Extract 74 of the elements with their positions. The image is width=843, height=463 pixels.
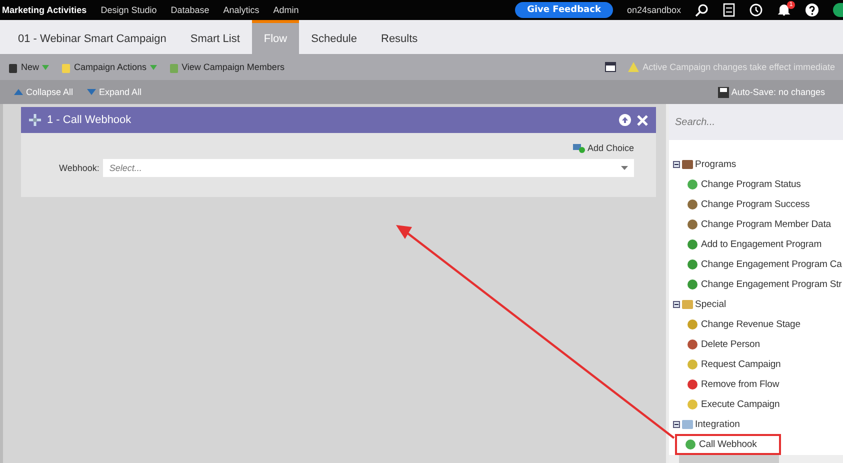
search-icon[interactable]: [695, 3, 709, 17]
webhook-select[interactable]: Select...: [103, 159, 634, 177]
field-label: Webhook:: [59, 163, 100, 173]
action-icon: [687, 358, 698, 370]
window-icon[interactable]: [604, 62, 616, 72]
expander-icon[interactable]: [673, 160, 680, 168]
action-icon: [687, 378, 698, 390]
tree-group[interactable]: Special: [669, 294, 843, 314]
bell-icon[interactable]: [777, 3, 791, 17]
tree-item[interactable]: Request Campaign: [685, 356, 783, 372]
tree-item[interactable]: Change Engagement Program Ca: [685, 256, 843, 272]
caret-icon: [42, 64, 50, 70]
save-icon: [718, 86, 730, 98]
toolbar-button[interactable]: View Campaign Members: [168, 62, 284, 72]
expander-icon[interactable]: [673, 420, 680, 428]
tree-group[interactable]: Programs: [669, 154, 843, 174]
tab[interactable]: Schedule: [299, 20, 369, 54]
folder-icon: [682, 298, 693, 310]
horizontal-scrollbar[interactable]: [669, 455, 843, 463]
checklist-icon[interactable]: [723, 3, 735, 17]
help-icon[interactable]: [805, 3, 819, 17]
tree-item[interactable]: Call Webhook: [677, 436, 779, 452]
action-icon: [687, 258, 698, 270]
tree-item[interactable]: Change Program Member Data: [685, 216, 833, 232]
toolbar-button[interactable]: Campaign Actions: [61, 62, 157, 72]
active-campaign-notice: Active Campaign changes take effect immediate: [642, 62, 835, 72]
tab[interactable]: Smart List: [178, 20, 252, 54]
tree-item[interactable]: Delete Person: [685, 336, 762, 352]
action-icon: [687, 278, 698, 290]
search-field[interactable]: Search...: [669, 104, 843, 140]
clock-icon[interactable]: [749, 3, 763, 17]
nav-link[interactable]: Database: [170, 5, 210, 15]
action-icon: [687, 218, 698, 230]
folder-icon: [682, 418, 693, 430]
nav-link[interactable]: Admin: [273, 5, 299, 15]
triangle-down-icon: [87, 89, 96, 95]
tree-group-label: Special: [695, 298, 726, 310]
tab[interactable]: 01 - Webinar Smart Campaign: [6, 20, 178, 54]
add-choice-link[interactable]: Add Choice: [573, 143, 634, 153]
tree-item[interactable]: Change Engagement Program Str: [685, 276, 843, 292]
folder-icon: [682, 158, 693, 170]
avatar-icon[interactable]: [833, 3, 843, 17]
workspace-name[interactable]: on24sandbox: [626, 5, 681, 15]
toolbar-button[interactable]: New: [8, 62, 50, 72]
close-icon[interactable]: [637, 114, 648, 126]
tree-item[interactable]: Change Program Success: [685, 196, 812, 212]
move-up-icon[interactable]: [619, 114, 631, 126]
tab[interactable]: Results: [369, 20, 430, 54]
expander-icon[interactable]: [673, 300, 680, 308]
nav-link[interactable]: Design Studio: [100, 5, 157, 15]
action-icon: [687, 398, 698, 410]
nav-link[interactable]: Marketing Activities: [2, 5, 87, 15]
tree-group[interactable]: Integration: [669, 414, 843, 434]
triangle-up-icon: [14, 89, 23, 95]
warning-icon: [628, 62, 639, 72]
feedback-button[interactable]: Give Feedback: [515, 2, 613, 18]
caret-icon: [621, 166, 628, 170]
tree-item[interactable]: Change Revenue Stage: [685, 316, 802, 332]
action-icon: [687, 338, 698, 350]
caret-icon: [150, 64, 157, 70]
tree-group-label: Programs: [695, 158, 736, 170]
action-icon: [687, 198, 698, 210]
action-icon: [685, 438, 696, 450]
autosave-status: Auto-Save: no changes: [731, 87, 825, 97]
tree-item[interactable]: Add to Engagement Program: [685, 236, 824, 252]
tree-item[interactable]: Execute Campaign: [685, 396, 782, 412]
tree-item[interactable]: Remove from Flow: [685, 376, 782, 392]
nav-link[interactable]: Analytics: [223, 5, 260, 15]
flow-step-title: 1 - Call Webhook: [47, 114, 132, 126]
tree-item[interactable]: Change Program Status: [685, 176, 803, 192]
action-icon: [687, 318, 698, 330]
action-icon: [687, 178, 698, 190]
action-icon: [687, 238, 698, 250]
tree-group-label: Integration: [695, 418, 740, 430]
